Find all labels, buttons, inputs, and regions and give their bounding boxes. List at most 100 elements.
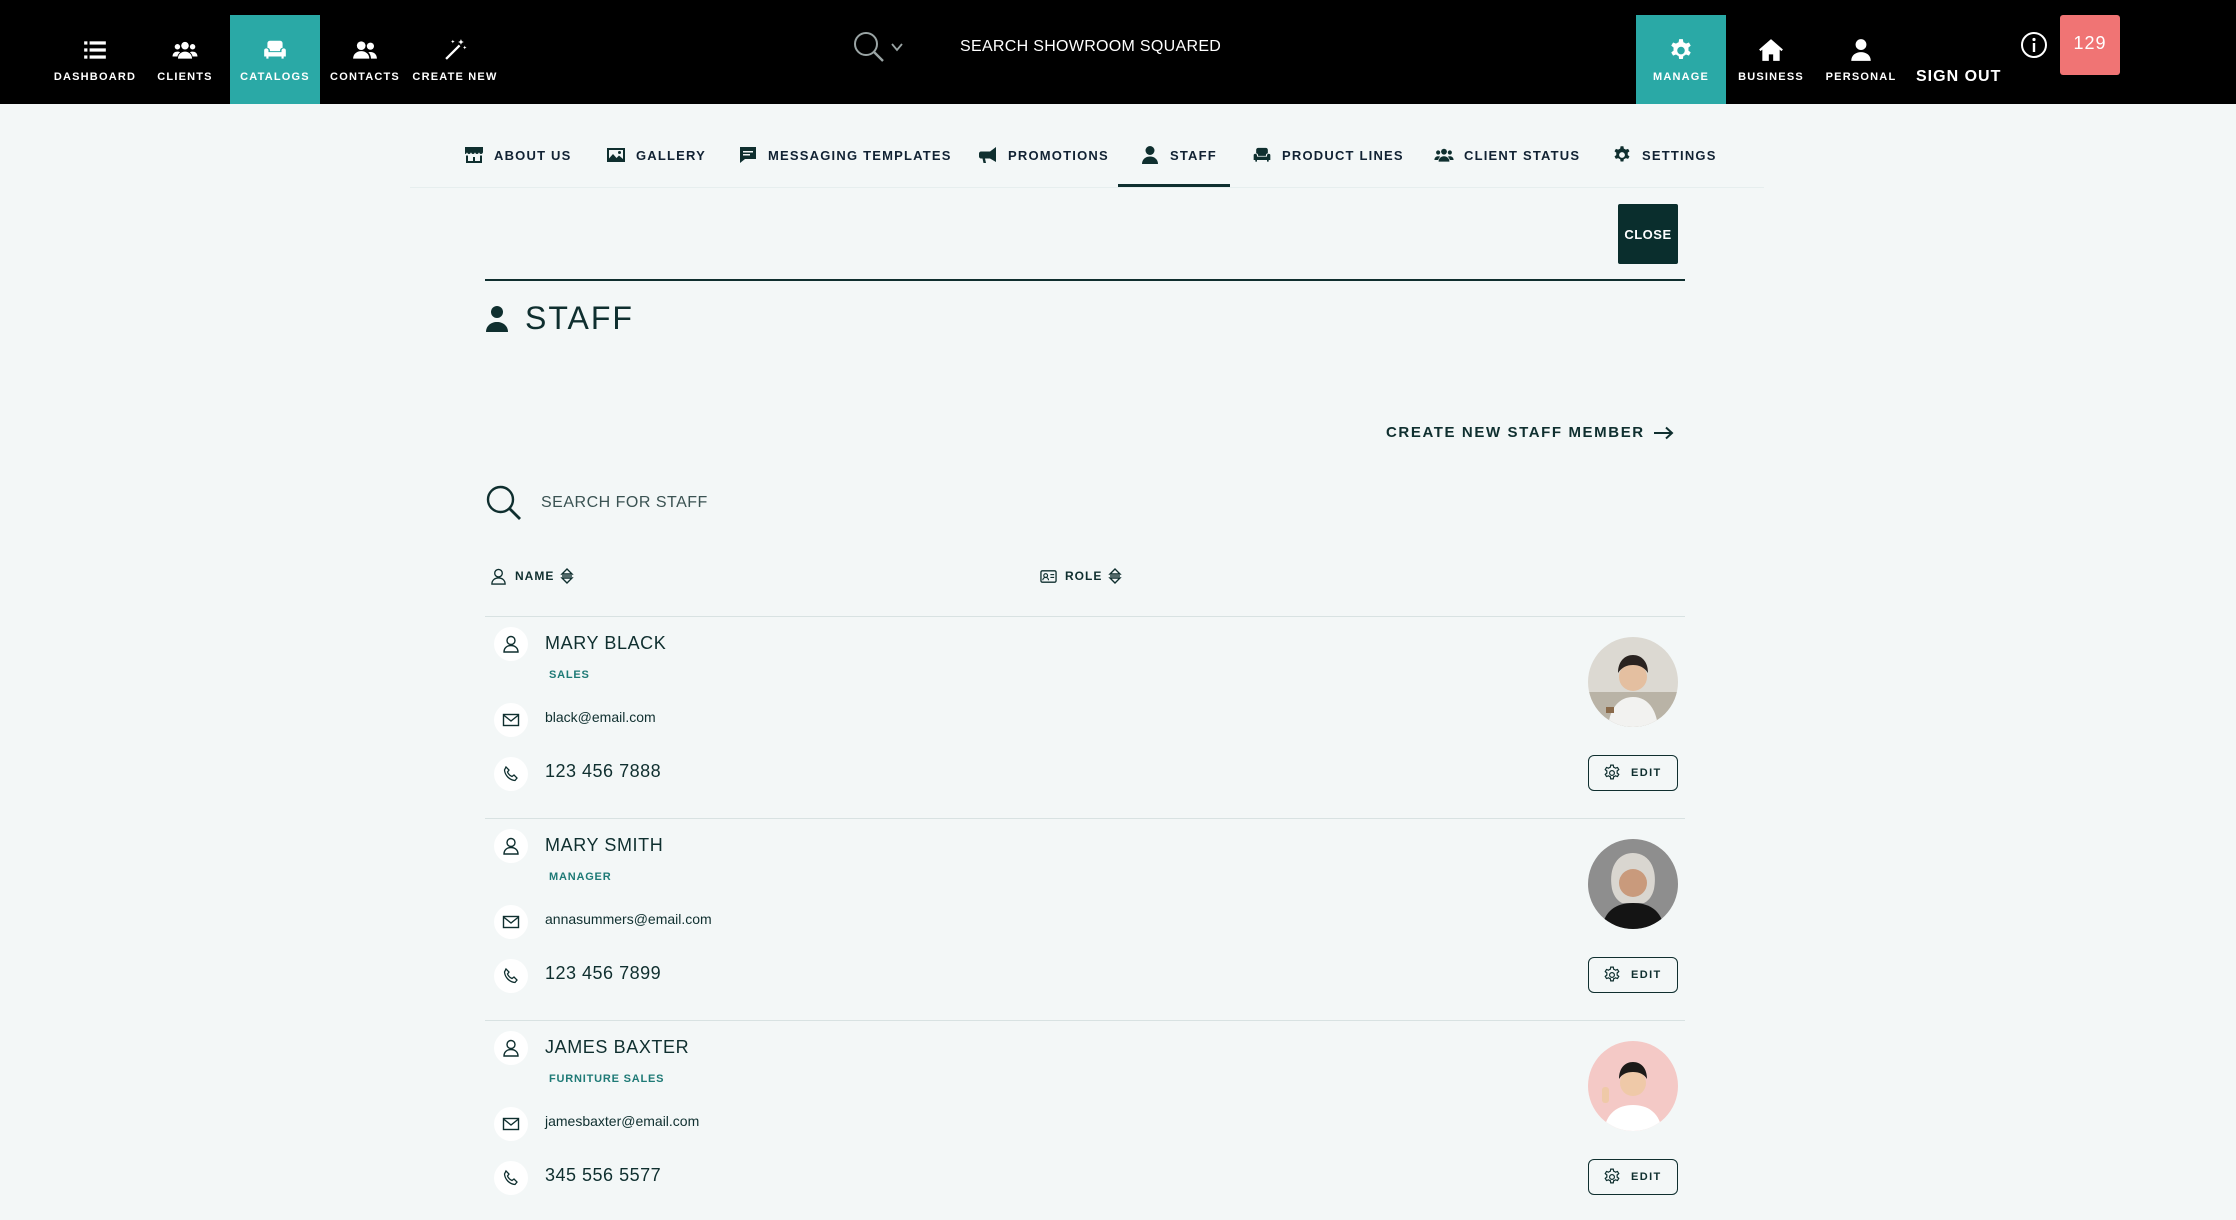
tab-promotions[interactable]: PROMOTIONS (978, 140, 1109, 170)
staff-email[interactable]: jamesbaxter@email.com (545, 1113, 699, 1129)
mail-icon-wrap (494, 1107, 528, 1141)
staff-phone[interactable]: 123 456 7899 (545, 963, 661, 984)
edit-button[interactable]: EDIT (1588, 755, 1678, 791)
nav-personal[interactable]: PERSONAL (1816, 15, 1906, 104)
contacts-icon (353, 41, 377, 59)
staff-search (485, 484, 941, 522)
edit-button-label: EDIT (1631, 1171, 1662, 1183)
staff-search-input[interactable] (541, 494, 941, 512)
top-navigation-bar: DASHBOARD CLIENTS CATALOGS CONTACTS CREA… (0, 0, 2236, 104)
column-header-name[interactable]: NAME (490, 567, 575, 585)
staff-row: JAMES BAXTER FURNITURE SALES jamesbaxter… (485, 1021, 1685, 1220)
tab-staff-label: STAFF (1170, 147, 1217, 163)
users-group-icon (1434, 148, 1454, 162)
mail-icon-wrap (494, 703, 528, 737)
nav-contacts[interactable]: CONTACTS (320, 15, 410, 104)
info-icon[interactable] (2020, 31, 2048, 59)
avatar (1588, 839, 1678, 929)
staff-email[interactable]: annasummers@email.com (545, 911, 712, 927)
sort-icon (560, 568, 575, 584)
edit-button-label: EDIT (1631, 969, 1662, 981)
chevron-down-icon (891, 43, 903, 52)
tab-promotions-label: PROMOTIONS (1008, 147, 1109, 163)
staff-role: FURNITURE SALES (549, 1073, 665, 1085)
nav-business[interactable]: BUSINESS (1726, 15, 1816, 104)
phone-icon (503, 765, 518, 782)
notification-counter[interactable]: 129 (2060, 15, 2120, 75)
column-name-label: NAME (515, 569, 555, 583)
gear-icon (1671, 39, 1691, 59)
tab-gallery-label: GALLERY (636, 147, 707, 163)
staff-row: MARY SMITH MANAGER annasummers@email.com… (485, 819, 1685, 1019)
column-role-label: ROLE (1065, 569, 1103, 583)
edit-button[interactable]: EDIT (1588, 957, 1678, 993)
staff-row: MARY BLACK SALES black@email.com 123 456… (485, 617, 1685, 817)
sofa-icon (1253, 147, 1271, 162)
nav-create-new-label: CREATE NEW (412, 71, 498, 83)
user-outline-icon (491, 568, 506, 585)
page-title: STAFF (485, 300, 634, 337)
avatar-photo (1588, 839, 1678, 929)
tab-about-us-label: ABOUT US (494, 147, 572, 163)
phone-icon-wrap (494, 959, 528, 993)
nav-create-new[interactable]: CREATE NEW (410, 15, 500, 104)
magic-wand-icon (445, 39, 467, 60)
global-search-label[interactable]: SEARCH SHOWROOM SQUARED (960, 38, 1221, 56)
tab-about-us[interactable]: ABOUT US (464, 140, 572, 170)
user-icon (1142, 146, 1158, 164)
arrow-right-icon (1653, 426, 1674, 439)
search-icon (486, 485, 521, 520)
phone-icon-wrap (494, 1161, 528, 1195)
staff-phone[interactable]: 123 456 7888 (545, 761, 661, 782)
home-icon (1759, 39, 1783, 61)
tab-client-status-label: CLIENT STATUS (1464, 147, 1581, 163)
users-group-icon (172, 41, 198, 59)
close-button[interactable]: CLOSE (1618, 204, 1678, 264)
tab-gallery[interactable]: GALLERY (606, 140, 706, 170)
nav-catalogs[interactable]: CATALOGS (230, 15, 320, 104)
staff-phone[interactable]: 345 556 5577 (545, 1165, 661, 1186)
edit-button[interactable]: EDIT (1588, 1159, 1678, 1195)
user-outline-icon (503, 837, 519, 855)
user-icon-wrap (494, 829, 528, 863)
staff-name: MARY SMITH (545, 835, 664, 855)
phone-icon (503, 1169, 518, 1186)
sign-out-link[interactable]: SIGN OUT (1916, 68, 2001, 86)
tab-settings[interactable]: SETTINGS (1612, 140, 1717, 170)
global-search-toggle[interactable] (852, 30, 904, 64)
create-staff-button[interactable]: CREATE NEW STAFF MEMBER (1386, 424, 1675, 441)
message-icon (740, 147, 756, 163)
gear-icon (1604, 966, 1620, 982)
tab-messaging-templates[interactable]: MESSAGING TEMPLATES (738, 140, 952, 170)
user-icon (486, 305, 508, 332)
user-icon (1851, 39, 1871, 61)
divider (485, 279, 1685, 281)
create-staff-label: CREATE NEW STAFF MEMBER (1386, 424, 1645, 441)
tab-product-lines[interactable]: PRODUCT LINES (1252, 140, 1404, 170)
id-card-icon (1040, 569, 1057, 583)
storefront-icon (465, 147, 483, 163)
phone-icon-wrap (494, 757, 528, 791)
gear-icon (1604, 1168, 1620, 1184)
edit-button-label: EDIT (1631, 767, 1662, 779)
staff-email[interactable]: black@email.com (545, 709, 656, 725)
avatar (1588, 1041, 1678, 1131)
mail-icon (502, 915, 520, 929)
staff-role: MANAGER (549, 871, 612, 883)
nav-manage[interactable]: MANAGE (1636, 15, 1726, 104)
user-icon-wrap (494, 1031, 528, 1065)
nav-dashboard[interactable]: DASHBOARD (50, 15, 140, 104)
active-tab-indicator (1118, 184, 1230, 187)
column-header-role[interactable]: ROLE (1040, 567, 1123, 585)
nav-dashboard-label: DASHBOARD (53, 71, 137, 83)
tab-messaging-templates-label: MESSAGING TEMPLATES (768, 147, 952, 163)
gear-icon (1614, 146, 1630, 162)
tab-staff[interactable]: STAFF (1140, 140, 1217, 170)
nav-contacts-label: CONTACTS (330, 71, 400, 83)
user-outline-icon (503, 1039, 519, 1057)
nav-clients[interactable]: CLIENTS (140, 15, 230, 104)
staff-role: SALES (549, 669, 590, 681)
tab-client-status[interactable]: CLIENT STATUS (1434, 140, 1580, 170)
mail-icon (502, 1117, 520, 1131)
sofa-icon (264, 40, 286, 59)
